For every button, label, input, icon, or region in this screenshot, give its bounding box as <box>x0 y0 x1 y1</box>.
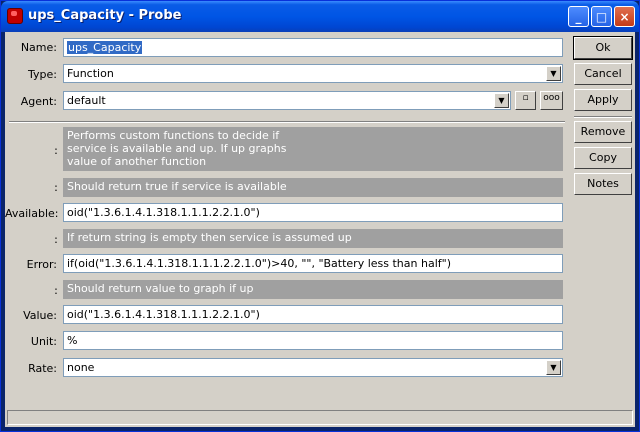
rate-label: Rate: <box>28 362 57 375</box>
ok-button[interactable]: Ok <box>573 36 633 60</box>
type-select[interactable]: Function ▼ <box>63 64 563 83</box>
chevron-down-icon[interactable]: ▼ <box>494 93 509 108</box>
colon-label: : <box>54 181 58 194</box>
close-button[interactable]: × <box>614 6 635 27</box>
copy-button[interactable]: Copy <box>574 147 632 169</box>
chevron-down-icon[interactable]: ▼ <box>546 360 561 375</box>
chevron-down-icon[interactable]: ▼ <box>546 66 561 81</box>
apply-button[interactable]: Apply <box>574 89 632 111</box>
value-input[interactable]: oid("1.3.6.1.4.1.318.1.1.1.2.2.1.0") <box>63 305 563 324</box>
notes-button[interactable]: Notes <box>574 173 632 195</box>
rate-select[interactable]: none ▼ <box>63 358 563 377</box>
agent-value: default <box>67 94 106 107</box>
window-title: ups_Capacity - Probe <box>28 8 182 23</box>
maximize-button[interactable]: □ <box>591 6 612 27</box>
status-bar <box>7 410 633 425</box>
type-label: Type: <box>28 68 57 81</box>
error-input[interactable]: if(oid("1.3.6.1.4.1.318.1.1.1.2.2.1.0")>… <box>63 254 563 273</box>
minimize-button[interactable]: _ <box>568 6 589 27</box>
value-label: Value: <box>23 309 57 322</box>
cancel-button[interactable]: Cancel <box>574 63 632 85</box>
agent-select[interactable]: default ▼ <box>63 91 511 110</box>
description-error: If return string is empty then service i… <box>63 229 563 248</box>
title-bar[interactable]: ups_Capacity - Probe _ □ × <box>1 1 639 32</box>
colon-label: : <box>54 233 58 246</box>
name-label: Name: <box>20 41 57 54</box>
remove-button[interactable]: Remove <box>574 121 632 143</box>
description-available: Should return true if service is availab… <box>63 178 563 197</box>
unit-input[interactable]: % <box>63 331 563 350</box>
agent-label: Agent: <box>20 95 57 108</box>
app-icon <box>7 8 23 24</box>
error-label: Error: <box>26 258 57 271</box>
separator <box>9 121 565 123</box>
unit-label: Unit: <box>30 335 57 348</box>
button-separator <box>574 116 632 118</box>
available-label: Available: <box>5 207 59 220</box>
name-input[interactable]: ups_Capacity <box>63 38 563 57</box>
description-main: Performs custom functions to decide if s… <box>63 127 563 171</box>
type-value: Function <box>67 67 114 80</box>
probe-window: ups_Capacity - Probe _ □ × Name: ups_Cap… <box>0 0 640 432</box>
description-value: Should return value to graph if up <box>63 280 563 299</box>
agent-small-button[interactable]: ▫ <box>515 91 536 110</box>
available-input[interactable]: oid("1.3.6.1.4.1.318.1.1.1.2.2.1.0") <box>63 203 563 222</box>
name-value: ups_Capacity <box>67 41 143 54</box>
dialog-client: Name: ups_Capacity Type: Function ▼ Agen… <box>5 32 635 427</box>
agent-more-button[interactable]: ooo <box>540 91 563 110</box>
colon-label: : <box>54 284 58 297</box>
colon-label: : <box>54 144 58 157</box>
rate-value: none <box>67 361 95 374</box>
